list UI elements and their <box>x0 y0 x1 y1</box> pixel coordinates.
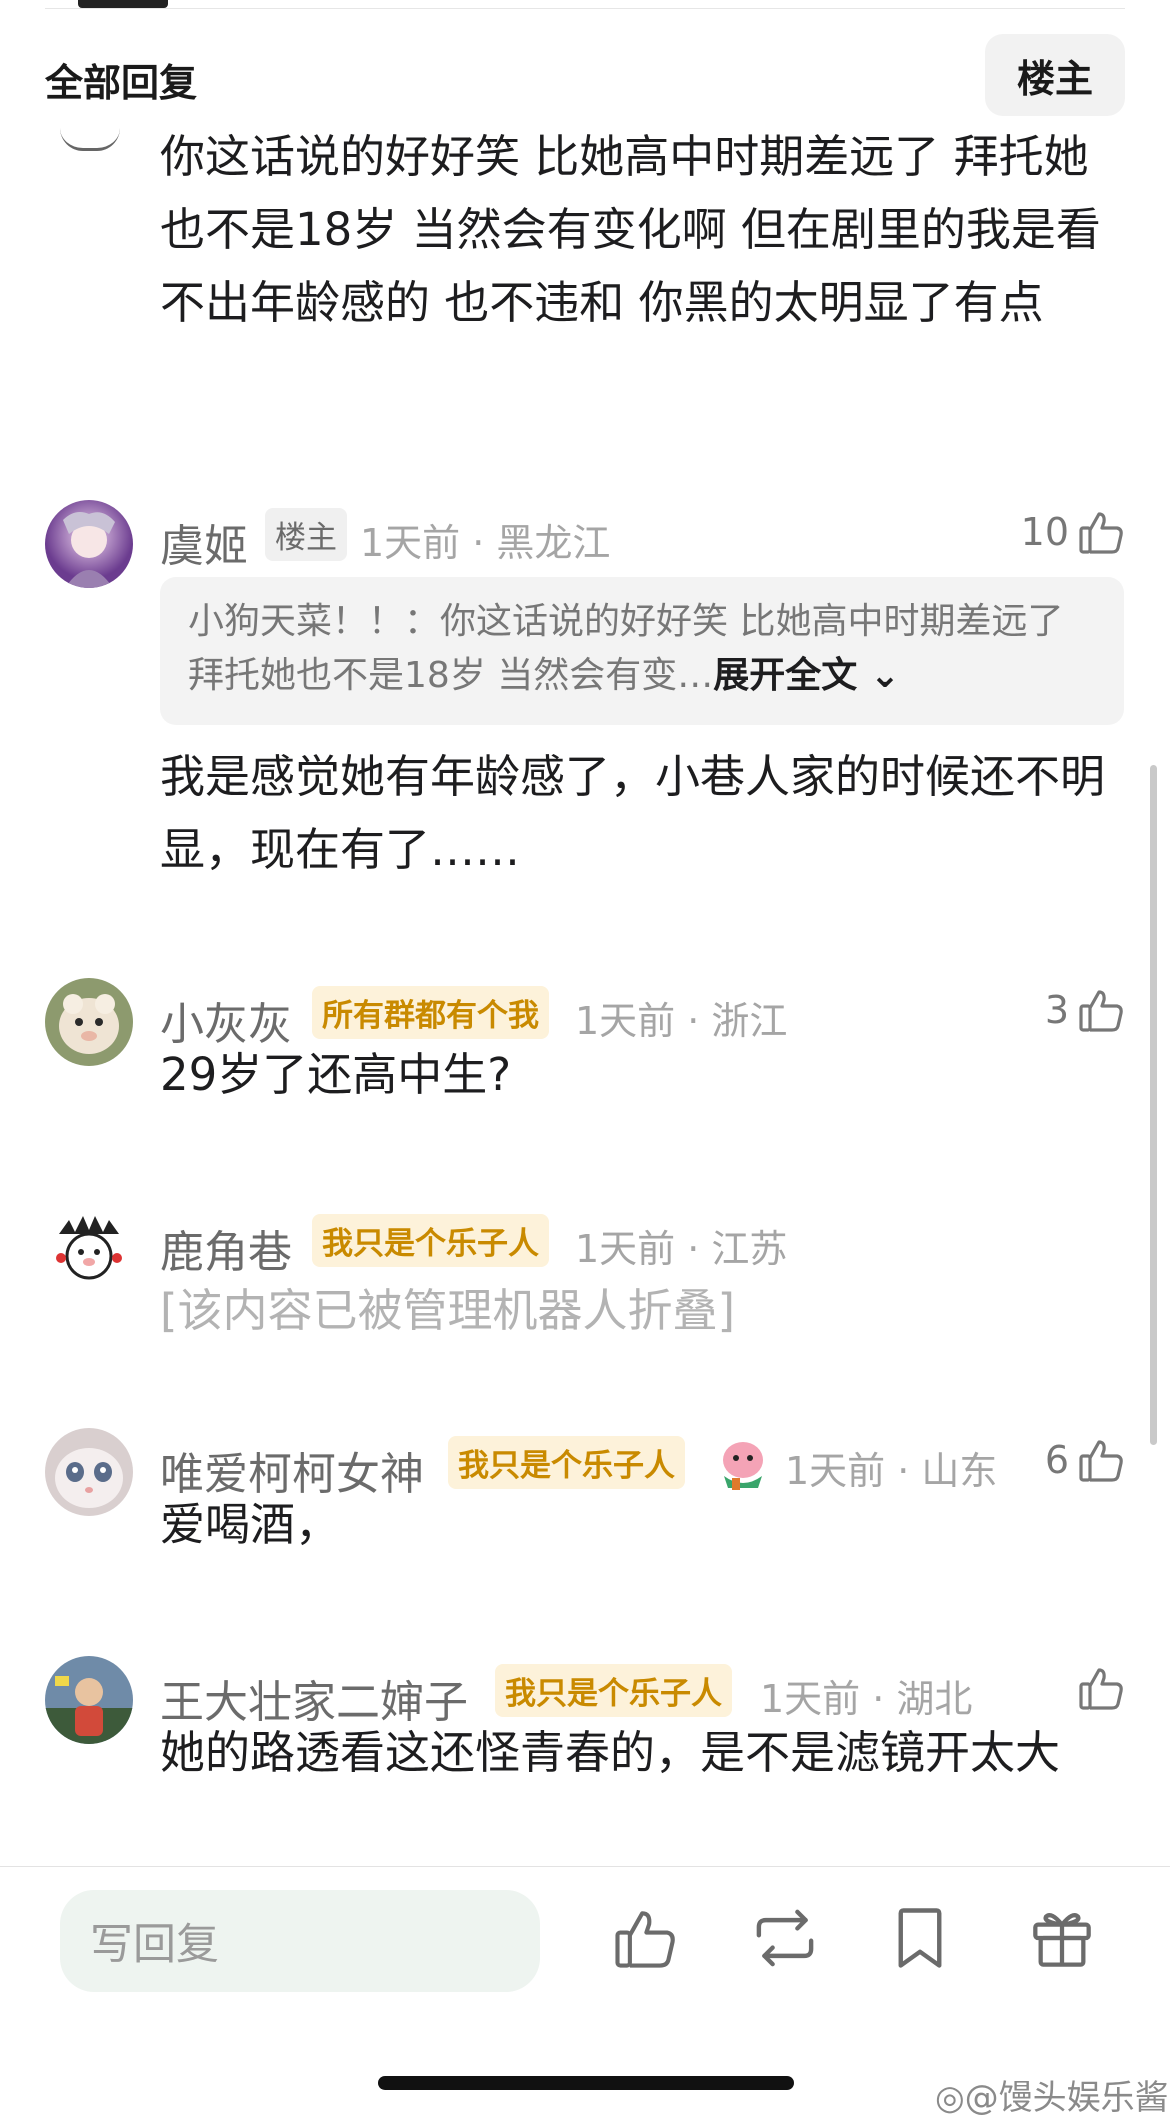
tab-indicator <box>78 0 168 8</box>
quote-text: 小狗天菜！！：你这话说的好好笑 比她高中时期差远了 拜托她也不是18岁 当然会有… <box>188 601 1064 696</box>
fan-badge: 我只是个乐子人 <box>495 1664 732 1717</box>
quoted-comment[interactable]: 小狗天菜！！：你这话说的好好笑 比她高中时期差远了 拜托她也不是18岁 当然会有… <box>160 577 1124 725</box>
fan-badge: 我只是个乐子人 <box>448 1436 685 1489</box>
avatar[interactable] <box>45 500 133 588</box>
comment-text: 爱喝酒， <box>160 1498 341 1551</box>
comment-text: 她的路透看这还怪青春的，是不是滤镜开太大 <box>160 1726 1061 1779</box>
like-button[interactable] <box>1077 1658 1125 1718</box>
weibo-icon: ◎ <box>935 2078 965 2118</box>
avatar[interactable] <box>45 978 133 1066</box>
home-indicator <box>378 2076 794 2090</box>
page-title: 全部回复 <box>45 61 198 105</box>
fan-badge: 所有群都有个我 <box>312 986 549 1039</box>
repost-button[interactable] <box>750 1905 820 1977</box>
comment-text: 你这话说的好好笑 比她高中时期差远了 拜托她也不是18岁 当然会有变化啊 但在剧… <box>160 130 1101 329</box>
comment-text: 29岁了还高中生? <box>160 1048 512 1101</box>
thumbs-up-icon <box>1079 990 1123 1032</box>
bookmark-icon <box>898 1908 942 1968</box>
like-button[interactable]: 6 <box>1045 1430 1125 1490</box>
reply-input[interactable]: 写回复 <box>60 1890 540 1992</box>
bookmark-button[interactable] <box>890 1905 960 1977</box>
avatar[interactable] <box>45 1428 133 1516</box>
watermark: ◎@馒头娱乐酱 <box>935 2078 1169 2118</box>
like-count: 3 <box>1044 988 1069 1032</box>
repost-icon <box>756 1909 814 1967</box>
avatar[interactable] <box>45 1656 133 1744</box>
op-filter-button[interactable]: 楼主 <box>985 34 1125 116</box>
gift-icon <box>1033 1913 1091 1967</box>
scrollbar[interactable] <box>1150 765 1157 1445</box>
username[interactable]: 鹿角巷 <box>160 1216 292 1280</box>
comment-meta: 1天前 · 黑龙江 <box>360 521 611 565</box>
thumbs-up-icon <box>1079 1440 1123 1482</box>
thumbs-up-icon <box>1079 512 1123 554</box>
gift-button[interactable] <box>1030 1905 1100 1977</box>
like-post-button[interactable] <box>612 1905 682 1977</box>
comment-meta: 1天前 · 山东 <box>785 1449 998 1493</box>
bottom-divider <box>0 1866 1170 1867</box>
chevron-down-icon: ⌄ <box>869 655 900 696</box>
username[interactable]: 虞姬 <box>160 510 248 574</box>
like-count: 6 <box>1044 1438 1069 1482</box>
comment-meta: 1天前 · 浙江 <box>575 999 788 1043</box>
sticker-icon <box>723 1442 763 1490</box>
top-divider <box>45 8 1125 9</box>
expand-full-text-button[interactable]: 展开全文 ⌄ <box>713 655 900 696</box>
like-count: 10 <box>1020 510 1069 554</box>
avatar-partial <box>60 128 120 151</box>
thumbs-up-icon <box>615 1911 675 1968</box>
like-button[interactable]: 10 <box>1021 502 1125 562</box>
thumbs-up-icon <box>1079 1668 1123 1710</box>
comment-text: 我是感觉她有年龄感了，小巷人家的时候还不明显，现在有了…… <box>160 750 1106 876</box>
avatar[interactable] <box>45 1206 133 1294</box>
op-badge: 楼主 <box>265 508 347 561</box>
comment-meta: 1天前 · 江苏 <box>575 1227 788 1271</box>
fan-badge: 我只是个乐子人 <box>312 1214 549 1267</box>
like-button[interactable]: 3 <box>1045 980 1125 1040</box>
folded-content-notice[interactable]: [该内容已被管理机器人折叠] <box>160 1274 735 1339</box>
comment-meta: 1天前 · 湖北 <box>760 1677 973 1721</box>
